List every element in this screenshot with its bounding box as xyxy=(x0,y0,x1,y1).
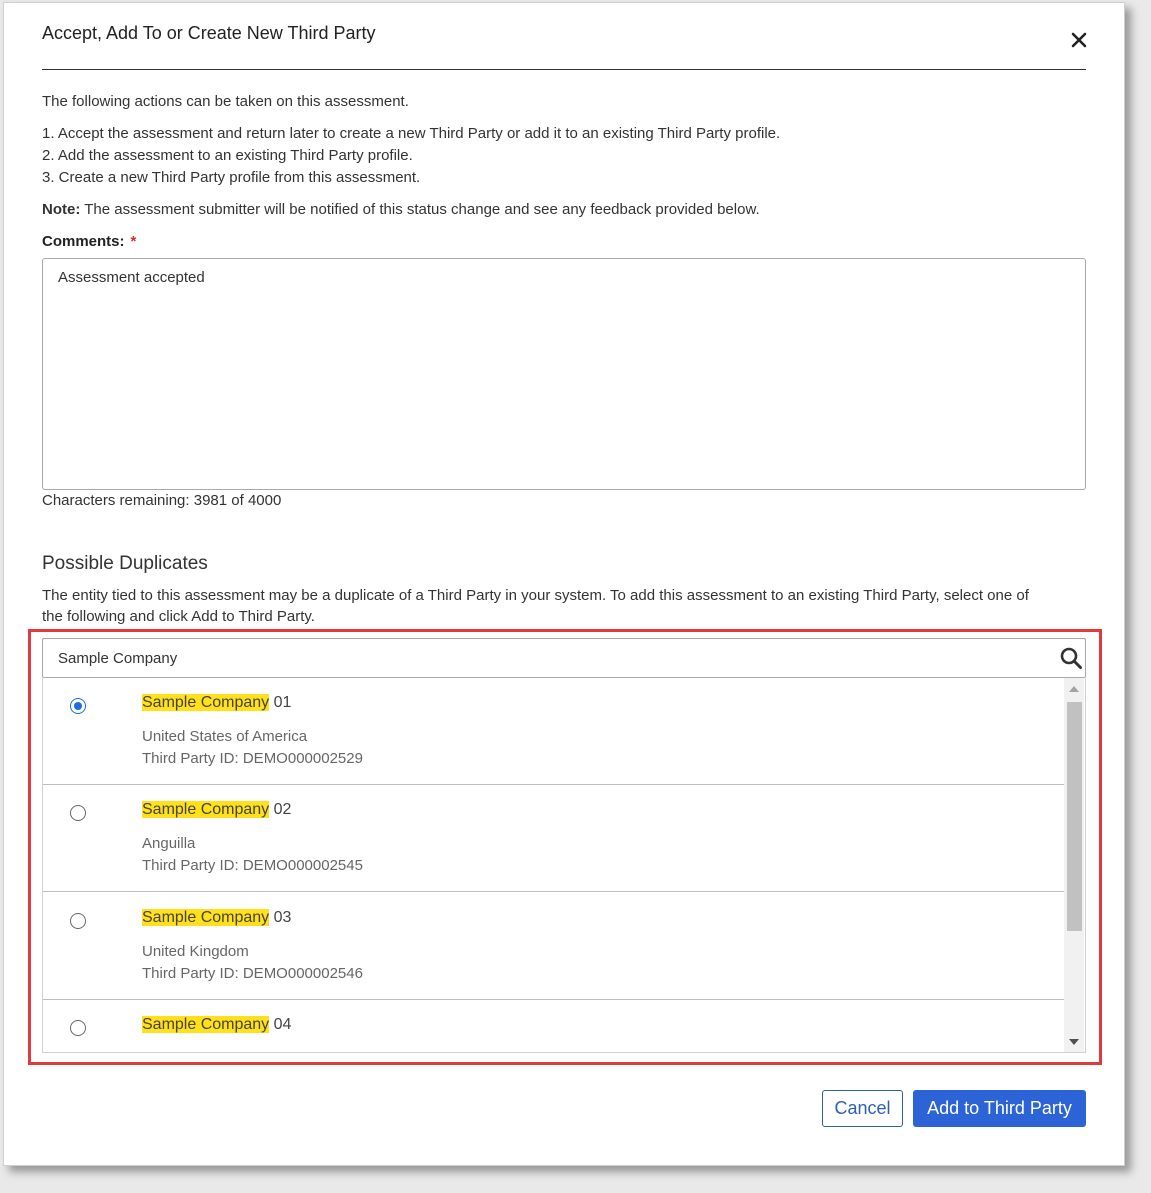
note-label: Note: xyxy=(42,201,81,218)
comments-label: Comments: * xyxy=(42,233,136,250)
duplicate-country: United States of America xyxy=(142,728,308,745)
dialog: Accept, Add To or Create New Third Party… xyxy=(3,2,1125,1166)
duplicate-name: Sample Company 02 xyxy=(142,801,291,819)
duplicate-id: Third Party ID: DEMO000002546 xyxy=(142,965,363,982)
search-match-highlight: Sample Company xyxy=(142,694,270,711)
radio-button[interactable] xyxy=(70,913,86,929)
duplicate-row[interactable]: Sample Company 01 United States of Ameri… xyxy=(43,678,1064,785)
characters-remaining: Characters remaining: 3981 of 4000 xyxy=(42,492,282,509)
scroll-down-arrow-icon[interactable] xyxy=(1069,1039,1079,1045)
cancel-button[interactable]: Cancel xyxy=(822,1090,903,1127)
search-input[interactable]: Sample Company xyxy=(42,638,1086,678)
scroll-up-arrow-icon[interactable] xyxy=(1069,686,1079,692)
action-item-2: 2. Add the assessment to an existing Thi… xyxy=(42,147,413,164)
search-input-value: Sample Company xyxy=(58,650,178,667)
required-marker: * xyxy=(130,233,137,250)
duplicate-row[interactable]: Sample Company 03 United Kingdom Third P… xyxy=(43,893,1064,1000)
search-match-highlight: Sample Company xyxy=(142,1016,270,1033)
duplicate-name-suffix: 02 xyxy=(269,801,292,818)
duplicates-description-line2: the following and click Add to Third Par… xyxy=(42,608,315,625)
action-item-1: 1. Accept the assessment and return late… xyxy=(42,125,781,142)
title-divider xyxy=(42,69,1086,70)
duplicate-row[interactable]: Sample Company 04 xyxy=(43,1000,1064,1052)
comments-textarea[interactable]: Assessment accepted xyxy=(42,258,1086,490)
add-to-third-party-button[interactable]: Add to Third Party xyxy=(913,1090,1086,1127)
search-match-highlight: Sample Company xyxy=(142,909,270,926)
duplicate-name-suffix: 04 xyxy=(269,1016,292,1033)
duplicate-country: Anguilla xyxy=(142,835,196,852)
dialog-title: Accept, Add To or Create New Third Party xyxy=(42,23,376,43)
close-icon[interactable] xyxy=(1068,29,1090,51)
duplicate-name-suffix: 01 xyxy=(269,694,292,711)
note-text: The assessment submitter will be notifie… xyxy=(80,201,760,218)
search-icon[interactable] xyxy=(1059,646,1083,670)
radio-button[interactable] xyxy=(70,805,86,821)
radio-button[interactable] xyxy=(70,698,86,714)
search-match-highlight: Sample Company xyxy=(142,801,270,818)
duplicate-id: Third Party ID: DEMO000002529 xyxy=(142,750,363,767)
duplicate-name: Sample Company 01 xyxy=(142,694,291,712)
possible-duplicates-title: Possible Duplicates xyxy=(42,553,208,574)
duplicate-country: United Kingdom xyxy=(142,943,249,960)
duplicates-description-line1: The entity tied to this assessment may b… xyxy=(42,587,1029,604)
intro-text: The following actions can be taken on th… xyxy=(42,93,409,110)
radio-button[interactable] xyxy=(70,1020,86,1036)
comments-label-text: Comments: xyxy=(42,233,125,250)
note: Note: The assessment submitter will be n… xyxy=(42,201,760,218)
duplicates-list: Sample Company 01 United States of Ameri… xyxy=(42,678,1086,1053)
duplicate-name-suffix: 03 xyxy=(269,909,292,926)
duplicate-id: Third Party ID: DEMO000002545 xyxy=(142,857,363,874)
duplicate-row[interactable]: Sample Company 02 Anguilla Third Party I… xyxy=(43,785,1064,892)
duplicate-name: Sample Company 04 xyxy=(142,1016,291,1034)
duplicate-name: Sample Company 03 xyxy=(142,909,291,927)
action-item-3: 3. Create a new Third Party profile from… xyxy=(42,169,421,186)
scrollbar-thumb[interactable] xyxy=(1067,702,1082,931)
list-scrollbar[interactable] xyxy=(1064,678,1084,1052)
